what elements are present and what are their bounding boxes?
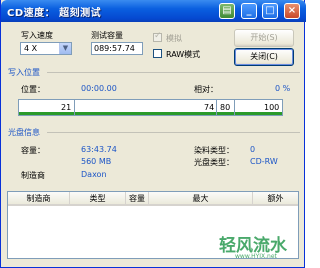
dye-type-value: 0 bbox=[250, 145, 256, 154]
test-capacity-value: 089:57.74 bbox=[94, 44, 135, 53]
simulate-checkbox[interactable] bbox=[153, 31, 162, 42]
write-speed-value: 4 X bbox=[24, 44, 38, 53]
app-icon[interactable]: ▤ bbox=[219, 3, 235, 19]
main-window: CD速度： 超刻测试 ▤ _ □ × 写入速度 4 X ▼ 测试容量 089:5… bbox=[0, 0, 306, 268]
position-label: 位置： bbox=[21, 85, 45, 94]
progress-separator bbox=[74, 100, 75, 115]
disc-size-value: 560 MB bbox=[81, 157, 112, 166]
position-value: 00:00.00 bbox=[81, 84, 117, 93]
divider bbox=[47, 132, 300, 133]
start-button[interactable]: 开始(S) bbox=[234, 29, 294, 47]
column-header[interactable]: 类型 bbox=[70, 192, 126, 205]
manufacturer-value: Daxon bbox=[81, 170, 107, 179]
disc-type-value: CD-RW bbox=[250, 157, 278, 166]
column-header[interactable]: 容量 bbox=[126, 192, 149, 205]
disc-capacity-value: 63:43.74 bbox=[81, 145, 117, 154]
column-header[interactable]: 额外 bbox=[253, 192, 298, 205]
progress-mark: 80 bbox=[220, 103, 231, 112]
write-speed-label: 写入速度 bbox=[21, 31, 53, 40]
test-capacity-field[interactable]: 089:57.74 bbox=[91, 42, 143, 55]
column-header[interactable]: 制造商 bbox=[8, 192, 70, 205]
disc-capacity-label: 容量： bbox=[21, 146, 45, 155]
write-progress-bar: 21 74 80 100 bbox=[18, 99, 283, 116]
write-position-title: 写入位置 bbox=[8, 68, 40, 77]
relative-label: 相对： bbox=[194, 85, 218, 94]
raw-mode-label: RAW模式 bbox=[166, 50, 201, 59]
dye-type-label: 染料类型： bbox=[194, 146, 234, 155]
disc-type-label: 光盘类型： bbox=[194, 158, 234, 167]
raw-mode-checkbox[interactable] bbox=[153, 49, 162, 58]
write-speed-select[interactable]: 4 X ▼ bbox=[20, 42, 72, 55]
divider bbox=[47, 72, 300, 73]
simulate-label: 模拟 bbox=[166, 34, 182, 43]
progress-mark: 100 bbox=[264, 103, 280, 112]
column-header[interactable]: 最大 bbox=[149, 192, 253, 205]
maximize-icon[interactable]: □ bbox=[262, 3, 278, 19]
disc-info-title: 光盘信息 bbox=[8, 128, 40, 137]
progress-mark: 74 bbox=[204, 103, 215, 112]
minimize-icon[interactable]: _ bbox=[241, 3, 257, 19]
close-icon[interactable]: × bbox=[284, 3, 300, 19]
title-bar[interactable]: CD速度： 超刻测试 ▤ _ □ × bbox=[1, 0, 306, 22]
watermark-url: www.HYIX.net bbox=[235, 253, 277, 260]
relative-value: 0 % bbox=[275, 84, 291, 93]
manufacturer-label: 制造商 bbox=[21, 171, 45, 180]
progress-fill bbox=[19, 112, 282, 115]
chevron-down-icon[interactable]: ▼ bbox=[59, 43, 71, 54]
progress-separator bbox=[234, 100, 235, 115]
progress-separator bbox=[216, 100, 217, 115]
table-header: 制造商 类型 容量 最大 额外 bbox=[8, 192, 298, 206]
progress-mark: 21 bbox=[61, 103, 72, 112]
test-capacity-label: 测试容量 bbox=[91, 31, 123, 40]
close-button[interactable]: 关闭(C) bbox=[234, 48, 294, 66]
window-title: CD速度： 超刻测试 bbox=[7, 8, 102, 19]
